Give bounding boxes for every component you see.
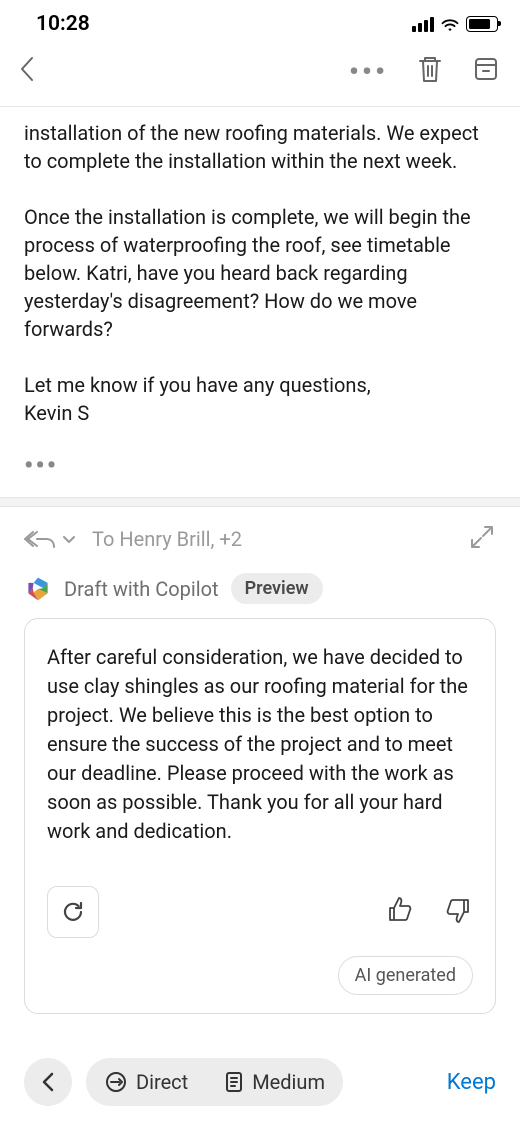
bottom-toolbar: Direct Medium Keep: [0, 1038, 520, 1126]
reply-to-label: To Henry Brill, +2: [92, 527, 242, 551]
email-paragraph: Once the installation is complete, we wi…: [24, 203, 496, 343]
nav-bar: •••: [0, 44, 520, 107]
trash-icon[interactable]: [416, 54, 444, 88]
more-options-icon[interactable]: •••: [349, 55, 388, 88]
draft-card: After careful consideration, we have dec…: [24, 618, 496, 1014]
thumbs-up-button[interactable]: [385, 895, 415, 929]
status-bar: 10:28: [0, 0, 520, 44]
copilot-icon: [24, 575, 52, 603]
draft-text: After careful consideration, we have dec…: [47, 643, 473, 846]
copilot-header: Draft with Copilot Preview: [0, 567, 520, 618]
expand-email-icon[interactable]: •••: [0, 451, 520, 497]
section-divider: [0, 497, 520, 507]
length-medium-button[interactable]: Medium: [206, 1058, 343, 1106]
email-signature: Kevin S: [24, 401, 89, 425]
tone-length-group: Direct Medium: [86, 1058, 343, 1106]
preview-badge: Preview: [231, 573, 323, 604]
cellular-signal-icon: [412, 16, 434, 32]
keep-button[interactable]: Keep: [447, 1070, 496, 1095]
archive-icon[interactable]: [472, 55, 500, 87]
reply-header: To Henry Brill, +2: [0, 507, 520, 567]
thumbs-down-button[interactable]: [443, 895, 473, 929]
expand-icon[interactable]: [468, 523, 496, 555]
reply-all-dropdown[interactable]: [24, 529, 78, 549]
tone-direct-button[interactable]: Direct: [86, 1058, 206, 1106]
email-paragraph: Let me know if you have any questions, K…: [24, 371, 496, 427]
wifi-icon: [440, 17, 460, 32]
status-time: 10:28: [36, 12, 90, 36]
back-circle-button[interactable]: [24, 1058, 72, 1106]
regenerate-button[interactable]: [47, 886, 99, 938]
battery-icon: [466, 16, 498, 32]
status-indicators: [412, 16, 498, 32]
copilot-label: Draft with Copilot: [64, 577, 219, 601]
email-body: installation of the new roofing material…: [0, 107, 520, 451]
ai-generated-badge: AI generated: [338, 956, 473, 995]
back-button[interactable]: [18, 55, 36, 87]
email-paragraph: installation of the new roofing material…: [24, 119, 496, 175]
